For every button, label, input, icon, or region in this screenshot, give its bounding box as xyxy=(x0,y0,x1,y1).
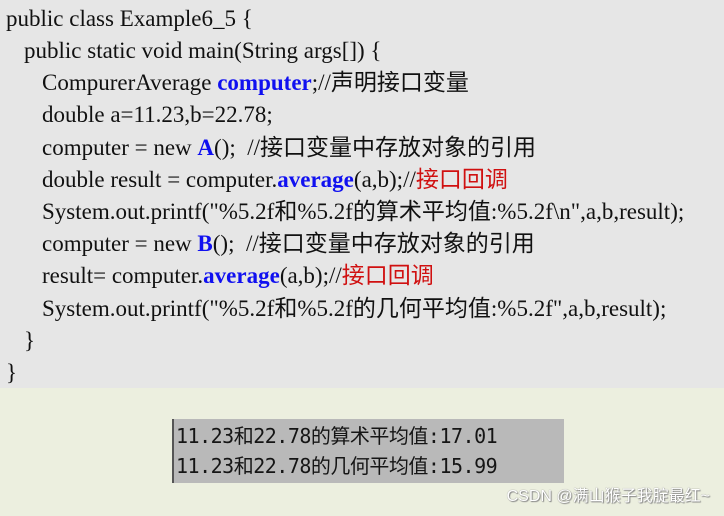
code-line: System.out.printf("%5.2f和%5.2f的几何平均值:%5.… xyxy=(42,294,666,324)
code-highlight-comment: 接口回调 xyxy=(341,263,434,288)
console-line-arithmetic: 11.23和22.78的算术平均值:17.01 xyxy=(176,424,498,448)
code-line: result= computer.average(a,b);//接口回调 xyxy=(42,261,434,291)
code-text: System.out.printf("%5.2f和%5.2f的算术平均值:%5.… xyxy=(42,199,685,224)
code-text: ;//声明接口变量 xyxy=(311,70,469,95)
code-text: } xyxy=(24,328,36,353)
code-text: (a,b);// xyxy=(279,263,342,288)
code-line: double result = computer.average(a,b);//… xyxy=(42,165,508,195)
code-line: } xyxy=(24,326,35,356)
code-text: System.out.printf("%5.2f和%5.2f的几何平均值:%5.… xyxy=(42,296,667,321)
code-highlight-identifier: average xyxy=(277,167,354,192)
code-text: (); //接口变量中存放对象的引用 xyxy=(214,135,537,160)
code-line: public static void main(String args[]) { xyxy=(24,36,381,66)
code-text: public class Example6_5 { xyxy=(6,6,253,31)
code-highlight-identifier: A xyxy=(197,135,215,160)
code-text: } xyxy=(6,360,18,385)
code-line: public class Example6_5 { xyxy=(6,4,253,34)
code-text: computer = new xyxy=(42,135,198,160)
csdn-watermark: CSDN @满山猴子我腚最红~ xyxy=(506,488,710,505)
code-line: computer = new A(); //接口变量中存放对象的引用 xyxy=(42,133,536,163)
code-line: System.out.printf("%5.2f和%5.2f的算术平均值:%5.… xyxy=(42,197,684,227)
code-text: (); //接口变量中存放对象的引用 xyxy=(212,231,535,256)
code-line: computer = new B(); //接口变量中存放对象的引用 xyxy=(42,229,535,259)
console-line-geometric: 11.23和22.78的几何平均值:15.99 xyxy=(176,454,498,478)
code-listing: public class Example6_5 { public static v… xyxy=(0,0,724,388)
code-text: double a=11.23,b=22.78; xyxy=(42,102,273,127)
code-line: CompurerAverage computer;//声明接口变量 xyxy=(42,68,469,98)
code-text: CompurerAverage xyxy=(42,70,218,95)
code-highlight-comment: 接口回调 xyxy=(415,167,508,192)
code-text: public static void main(String args[]) { xyxy=(24,38,382,63)
code-text: result= computer. xyxy=(42,263,204,288)
code-text: (a,b);// xyxy=(353,167,416,192)
code-line: double a=11.23,b=22.78; xyxy=(42,100,273,130)
code-highlight-identifier: computer xyxy=(217,70,312,95)
code-highlight-identifier: average xyxy=(203,263,280,288)
code-text: double result = computer. xyxy=(42,167,278,192)
console-output: 11.23和22.78的算术平均值:17.01 11.23和22.78的几何平均… xyxy=(172,419,564,483)
code-line: } xyxy=(6,358,17,388)
code-highlight-identifier: B xyxy=(197,231,213,256)
code-text: computer = new xyxy=(42,231,198,256)
